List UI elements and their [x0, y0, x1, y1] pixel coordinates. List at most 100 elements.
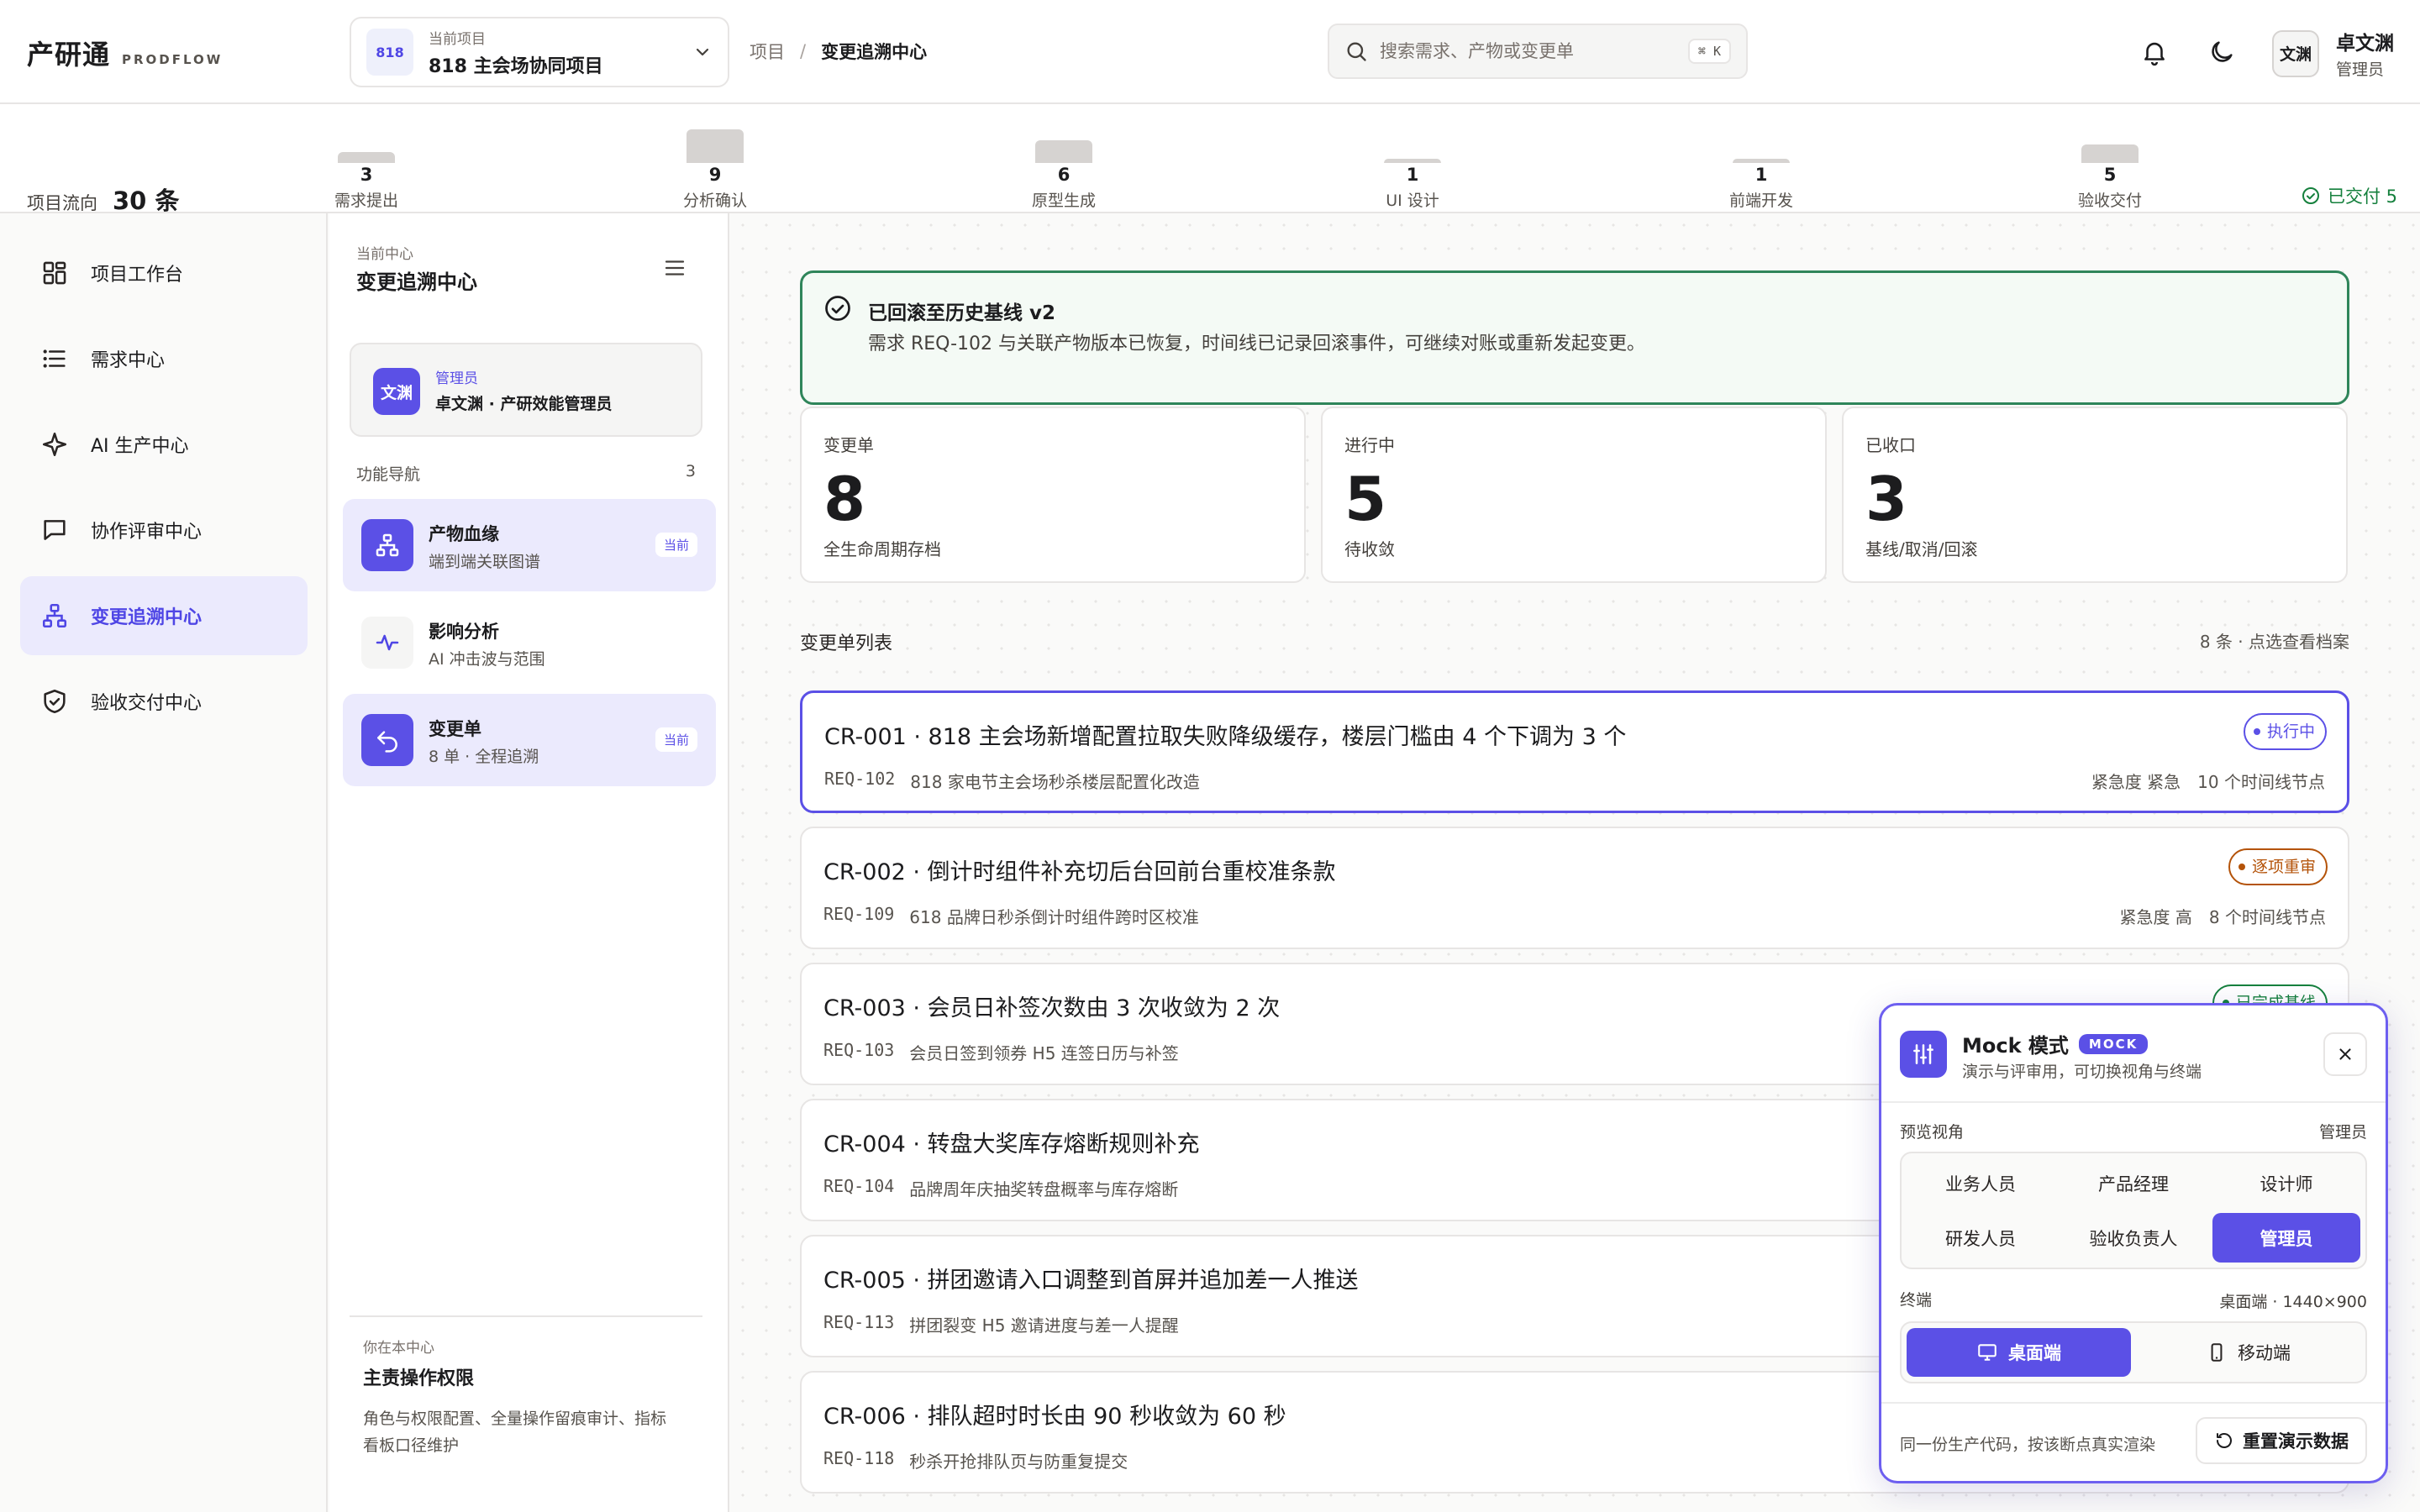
flow-stage-count: 9: [708, 165, 722, 185]
sidebar-item-change-trace[interactable]: 变更追溯中心: [20, 576, 308, 655]
sidebar-item-review[interactable]: 协作评审中心: [20, 491, 308, 570]
sidebar-item-ai-production[interactable]: AI 生产中心: [20, 405, 308, 484]
function-impact-analysis[interactable]: 影响分析 AI 冲击波与范围: [343, 596, 716, 689]
view-current: 管理员: [2318, 1123, 2367, 1142]
project-name: 818 主会场协同项目: [429, 55, 603, 77]
shield-icon: [40, 687, 69, 716]
moon-icon[interactable]: [2203, 34, 2240, 71]
device-selector: 桌面端 移动端: [1900, 1321, 2367, 1383]
flow-stage[interactable]: 1 UI 设计: [1345, 104, 1480, 212]
sidebar-item-acceptance[interactable]: 验收交付中心: [20, 662, 308, 741]
sidebar-item-label: 需求中心: [91, 350, 166, 371]
cr-title: CR-006 · 排队超时时长由 90 秒收敛为 60 秒: [823, 1404, 1286, 1430]
search-input[interactable]: [1380, 41, 1688, 61]
device-label: 移动端: [2238, 1343, 2291, 1363]
sidebar-item-label: 项目工作台: [91, 265, 184, 286]
panel-user-card: 文渊 管理员 卓文渊 · 产研效能管理员: [350, 343, 702, 437]
sliders-icon: [1900, 1031, 1947, 1078]
stat-card-closed: 已收口 3 基线/取消/回滚: [1842, 407, 2348, 583]
avatar: 文渊: [2272, 29, 2319, 77]
role-option-active[interactable]: 管理员: [2212, 1213, 2360, 1263]
flow-stage[interactable]: 1 前端开发: [1694, 104, 1828, 212]
menu-icon[interactable]: [662, 255, 687, 281]
role-option[interactable]: 研发人员: [1907, 1213, 2054, 1263]
breadcrumb-root[interactable]: 项目: [750, 39, 785, 64]
role-option[interactable]: 产品经理: [2060, 1158, 2207, 1208]
shortcut-hint: ⌘ K: [1687, 39, 1731, 64]
cr-requirement: REQ-113 拼团裂变 H5 邀请进度与差一人提醒: [823, 1312, 1179, 1336]
function-sub: AI 冲击波与范围: [429, 650, 545, 669]
role-option[interactable]: 设计师: [2212, 1158, 2360, 1208]
requirement-id: REQ-109: [823, 904, 895, 924]
network-icon: [40, 601, 69, 630]
flow-stage[interactable]: 3 需求提出: [299, 104, 434, 212]
function-artifact-lineage[interactable]: 产物血缘 端到端关联图谱 当前: [343, 499, 716, 591]
flow-stage-label: 原型生成: [1031, 192, 1096, 210]
close-button[interactable]: [2323, 1032, 2367, 1076]
function-change-orders[interactable]: 变更单 8 单 · 全程追溯 当前: [343, 694, 716, 786]
requirement-desc: 秒杀开抢排队页与防重复提交: [909, 1452, 1128, 1472]
stat-label: 变更单: [823, 435, 874, 455]
footer-caption: 你在本中心: [363, 1340, 434, 1357]
center-panel: 当前中心 变更追溯中心 文渊 管理员 卓文渊 · 产研效能管理员 功能导航 3 …: [329, 213, 729, 1512]
brand-sub: PRODFLOW: [122, 52, 224, 67]
stat-sub: 待收敛: [1344, 539, 1395, 559]
sidebar-item-label: 协作评审中心: [91, 522, 203, 543]
function-title: 变更单: [429, 719, 481, 739]
device-option-mobile[interactable]: 移动端: [2136, 1328, 2360, 1377]
flow-stage[interactable]: 6 原型生成: [997, 104, 1131, 212]
brand-logo[interactable]: 产研通 PRODFLOW: [27, 34, 223, 72]
reset-label: 重置演示数据: [2243, 1431, 2349, 1452]
flow-stage[interactable]: 5 验收交付: [2043, 104, 2177, 212]
panel-title: 变更追溯中心: [356, 270, 477, 294]
role-option[interactable]: 验收负责人: [2060, 1213, 2207, 1263]
panel-user-role: 管理员: [435, 370, 478, 387]
requirement-id: REQ-102: [824, 769, 896, 789]
user-name: 卓文渊: [2336, 33, 2394, 55]
pulse-icon: [361, 617, 413, 669]
cr-title: CR-001 · 818 主会场新增配置拉取失败降级缓存，楼层门槛由 4 个下调…: [824, 724, 1627, 750]
sidebar: 项目工作台 需求中心 AI 生产中心 协作评审中心 变更追溯中心 验收交付中心: [0, 213, 328, 1512]
device-option-desktop[interactable]: 桌面端: [1907, 1328, 2131, 1377]
reset-demo-button[interactable]: 重置演示数据: [2196, 1417, 2367, 1464]
sidebar-item-requirements[interactable]: 需求中心: [20, 319, 308, 398]
search-box[interactable]: ⌘ K: [1328, 24, 1748, 79]
mock-title-text: Mock 模式: [1962, 1034, 2069, 1058]
status-badge: 逐项重审: [2228, 848, 2328, 885]
panel-caption: 当前中心: [356, 246, 413, 263]
avatar: 文渊: [373, 368, 420, 415]
grid-icon: [40, 259, 69, 287]
flow-stage-bar: [1035, 140, 1092, 163]
sidebar-item-label: 验收交付中心: [91, 693, 203, 714]
flow-stage-count: 1: [1754, 165, 1768, 185]
divider: [1881, 1402, 2386, 1404]
sidebar-item-workbench[interactable]: 项目工作台: [20, 234, 308, 312]
flow-stage-bar: [1384, 159, 1441, 163]
project-selector[interactable]: 818 当前项目 818 主会场协同项目: [350, 17, 729, 87]
flow-stage-label: 需求提出: [334, 192, 398, 210]
change-request-row[interactable]: CR-001 · 818 主会场新增配置拉取失败降级缓存，楼层门槛由 4 个下调…: [800, 690, 2349, 813]
requirement-desc: 品牌周年庆抽奖转盘概率与库存熔断: [909, 1179, 1179, 1200]
list-icon: [40, 344, 69, 373]
requirement-id: REQ-104: [823, 1176, 895, 1196]
undo-icon: [361, 714, 413, 766]
stat-label: 进行中: [1344, 435, 1395, 455]
flow-stage-label: 前端开发: [1728, 192, 1793, 210]
flow-stage[interactable]: 9 分析确认: [648, 104, 782, 212]
alert-title: 已回滚至历史基线 v2: [868, 302, 1056, 324]
role-option[interactable]: 业务人员: [1907, 1158, 2054, 1208]
user-menu[interactable]: 文渊 卓文渊 管理员: [2272, 27, 2394, 80]
requirement-desc: 618 品牌日秒杀倒计时组件跨时区校准: [909, 907, 1199, 927]
mock-mode-panel: Mock 模式 MOCK 演示与评审用，可切换视角与终端 预览视角 管理员 业务…: [1879, 1003, 2388, 1483]
requirement-desc: 会员日签到领券 H5 连签日历与补签: [909, 1043, 1179, 1063]
bell-icon[interactable]: [2136, 34, 2173, 71]
change-request-row[interactable]: CR-002 · 倒计时组件补充切后台回前台重校准条款 REQ-109 618 品牌…: [800, 827, 2349, 949]
breadcrumb: 项目 / 变更追溯中心: [750, 39, 927, 64]
requirement-id: REQ-113: [823, 1312, 895, 1332]
current-tag: 当前: [655, 533, 697, 557]
stat-label: 已收口: [1865, 435, 1916, 455]
flow-stage-count: 1: [1406, 165, 1419, 185]
chevron-down-icon: [692, 42, 713, 62]
delivered-indicator: 已交付 5: [2301, 183, 2397, 208]
delivered-text: 已交付 5: [2328, 186, 2398, 207]
